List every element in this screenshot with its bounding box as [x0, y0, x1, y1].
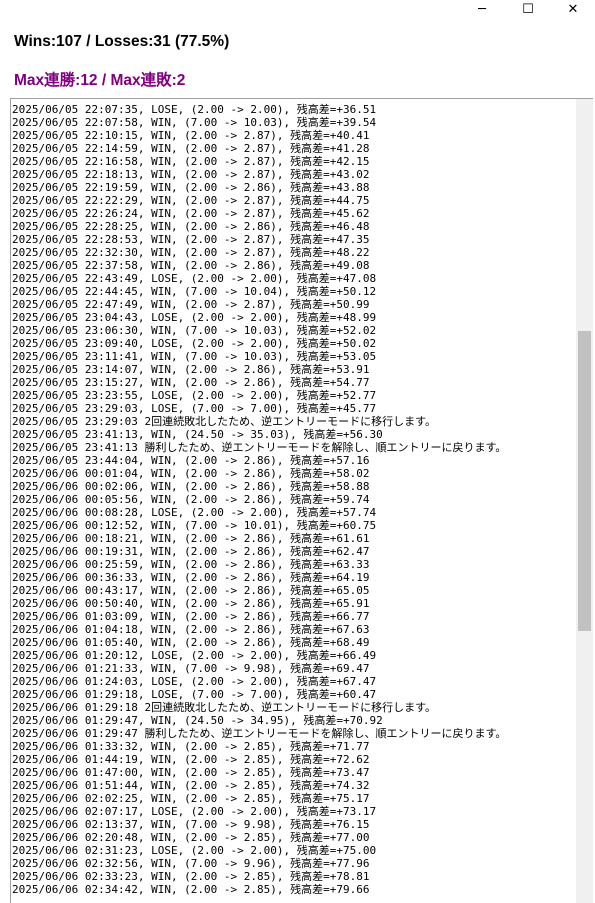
log-line: 2025/06/06 01:47:00, WIN, (2.00 -> 2.85)… [12, 766, 370, 779]
log-line: 2025/06/06 00:01:04, WIN, (2.00 -> 2.86)… [12, 467, 370, 480]
log-line: 2025/06/06 01:29:18, LOSE, (7.00 -> 7.00… [12, 688, 377, 701]
win-loss-stats: Wins:107 / Losses:31 (77.5%) [14, 33, 230, 50]
log-line: 2025/06/06 02:32:56, WIN, (7.00 -> 9.96)… [12, 857, 370, 870]
log-line: 2025/06/05 22:22:29, WIN, (2.00 -> 2.87)… [12, 194, 370, 207]
log-line: 2025/06/06 02:20:48, WIN, (2.00 -> 2.85)… [12, 831, 370, 844]
log-line: 2025/06/05 22:07:58, WIN, (7.00 -> 10.03… [12, 116, 377, 129]
log-line: 2025/06/05 23:44:04, WIN, (2.00 -> 2.86)… [12, 454, 370, 467]
log-line: 2025/06/06 01:05:40, WIN, (2.00 -> 2.86)… [12, 636, 370, 649]
log-line: 2025/06/05 22:10:15, WIN, (2.00 -> 2.87)… [12, 129, 370, 142]
maximize-icon: ☐ [522, 2, 534, 17]
close-icon: ✕ [567, 2, 579, 17]
log-line: 2025/06/06 00:25:59, WIN, (2.00 -> 2.86)… [12, 558, 370, 571]
log-line: 2025/06/06 01:33:32, WIN, (2.00 -> 2.85)… [12, 740, 370, 753]
log-line: 2025/06/06 01:44:19, WIN, (2.00 -> 2.85)… [12, 753, 370, 766]
log-line: 2025/06/05 22:37:58, WIN, (2.00 -> 2.86)… [12, 259, 370, 272]
log-line: 2025/06/06 00:43:17, WIN, (2.00 -> 2.86)… [12, 584, 370, 597]
log-line: 2025/06/05 23:15:27, WIN, (2.00 -> 2.86)… [12, 376, 370, 389]
log-line: 2025/06/06 00:08:28, LOSE, (2.00 -> 2.00… [12, 506, 377, 519]
log-line: 2025/06/06 02:31:23, LOSE, (2.00 -> 2.00… [12, 844, 377, 857]
log-line: 2025/06/06 00:05:56, WIN, (2.00 -> 2.86)… [12, 493, 370, 506]
log-line: 2025/06/05 22:19:59, WIN, (2.00 -> 2.86)… [12, 181, 370, 194]
log-line: 2025/06/05 22:47:49, WIN, (2.00 -> 2.87)… [12, 298, 370, 311]
log-line: 2025/06/06 01:29:47, WIN, (24.50 -> 34.9… [12, 714, 383, 727]
log-lines: 2025/06/05 22:07:35, LOSE, (2.00 -> 2.00… [12, 103, 575, 896]
log-line: 2025/06/06 01:20:12, LOSE, (2.00 -> 2.00… [12, 649, 377, 662]
log-line: 2025/06/05 23:23:55, LOSE, (2.00 -> 2.00… [12, 389, 377, 402]
log-line: 2025/06/05 23:09:40, LOSE, (2.00 -> 2.00… [12, 337, 377, 350]
title-bar: ─ ☐ ✕ [0, 0, 595, 24]
log-line: 2025/06/06 01:51:44, WIN, (2.00 -> 2.85)… [12, 779, 370, 792]
log-line: 2025/06/06 02:13:37, WIN, (7.00 -> 9.98)… [12, 818, 370, 831]
log-line: 2025/06/06 01:29:47 勝利したため、逆エントリーモードを解除し… [12, 727, 507, 740]
log-line: 2025/06/06 00:12:52, WIN, (7.00 -> 10.01… [12, 519, 377, 532]
log-line: 2025/06/05 22:28:25, WIN, (2.00 -> 2.86)… [12, 220, 370, 233]
log-line: 2025/06/05 23:04:43, LOSE, (2.00 -> 2.00… [12, 311, 377, 324]
log-line: 2025/06/05 23:41:13 勝利したため、逆エントリーモードを解除し… [12, 441, 507, 454]
trade-log[interactable]: 2025/06/05 22:07:35, LOSE, (2.00 -> 2.00… [10, 98, 593, 903]
minimize-icon: ─ [478, 2, 486, 17]
log-line: 2025/06/06 00:02:06, WIN, (2.00 -> 2.86)… [12, 480, 370, 493]
log-line: 2025/06/05 22:16:58, WIN, (2.00 -> 2.87)… [12, 155, 370, 168]
log-line: 2025/06/06 02:33:23, WIN, (2.00 -> 2.85)… [12, 870, 370, 883]
log-line: 2025/06/06 00:19:31, WIN, (2.00 -> 2.86)… [12, 545, 370, 558]
log-line: 2025/06/05 22:18:13, WIN, (2.00 -> 2.87)… [12, 168, 370, 181]
log-line: 2025/06/06 00:18:21, WIN, (2.00 -> 2.86)… [12, 532, 370, 545]
log-line: 2025/06/05 22:28:53, WIN, (2.00 -> 2.87)… [12, 233, 370, 246]
log-line: 2025/06/05 23:06:30, WIN, (7.00 -> 10.03… [12, 324, 377, 337]
log-line: 2025/06/05 23:11:41, WIN, (7.00 -> 10.03… [12, 350, 377, 363]
log-line: 2025/06/05 22:14:59, WIN, (2.00 -> 2.87)… [12, 142, 370, 155]
log-line: 2025/06/05 22:07:35, LOSE, (2.00 -> 2.00… [12, 103, 377, 116]
log-line: 2025/06/06 00:36:33, WIN, (2.00 -> 2.86)… [12, 571, 370, 584]
log-line: 2025/06/05 23:14:07, WIN, (2.00 -> 2.86)… [12, 363, 370, 376]
log-line: 2025/06/06 01:29:18 2回連続敗北したため、逆エントリーモード… [12, 701, 436, 714]
max-streak-stats: Max連勝:12 / Max連敗:2 [14, 72, 186, 89]
log-line: 2025/06/05 22:32:30, WIN, (2.00 -> 2.87)… [12, 246, 370, 259]
log-line: 2025/06/06 02:34:42, WIN, (2.00 -> 2.85)… [12, 883, 370, 896]
log-line: 2025/06/05 23:41:13, WIN, (24.50 -> 35.0… [12, 428, 383, 441]
log-line: 2025/06/05 22:43:49, LOSE, (2.00 -> 2.00… [12, 272, 377, 285]
log-line: 2025/06/06 02:02:25, WIN, (2.00 -> 2.85)… [12, 792, 370, 805]
log-line: 2025/06/05 23:29:03 2回連続敗北したため、逆エントリーモード… [12, 415, 436, 428]
log-line: 2025/06/06 00:50:40, WIN, (2.00 -> 2.86)… [12, 597, 370, 610]
log-line: 2025/06/05 22:44:45, WIN, (7.00 -> 10.04… [12, 285, 377, 298]
close-button[interactable]: ✕ [550, 0, 595, 22]
maximize-button[interactable]: ☐ [505, 0, 551, 22]
log-line: 2025/06/05 23:29:03, LOSE, (7.00 -> 7.00… [12, 402, 377, 415]
scrollbar-thumb[interactable] [578, 331, 591, 631]
minimize-button[interactable]: ─ [459, 0, 505, 22]
log-line: 2025/06/05 22:26:24, WIN, (2.00 -> 2.87)… [12, 207, 370, 220]
log-line: 2025/06/06 02:07:17, LOSE, (2.00 -> 2.00… [12, 805, 377, 818]
vertical-scrollbar[interactable] [576, 99, 593, 903]
log-line: 2025/06/06 01:21:33, WIN, (7.00 -> 9.98)… [12, 662, 370, 675]
log-line: 2025/06/06 01:03:09, WIN, (2.00 -> 2.86)… [12, 610, 370, 623]
log-line: 2025/06/06 01:04:18, WIN, (2.00 -> 2.86)… [12, 623, 370, 636]
log-line: 2025/06/06 01:24:03, LOSE, (2.00 -> 2.00… [12, 675, 377, 688]
